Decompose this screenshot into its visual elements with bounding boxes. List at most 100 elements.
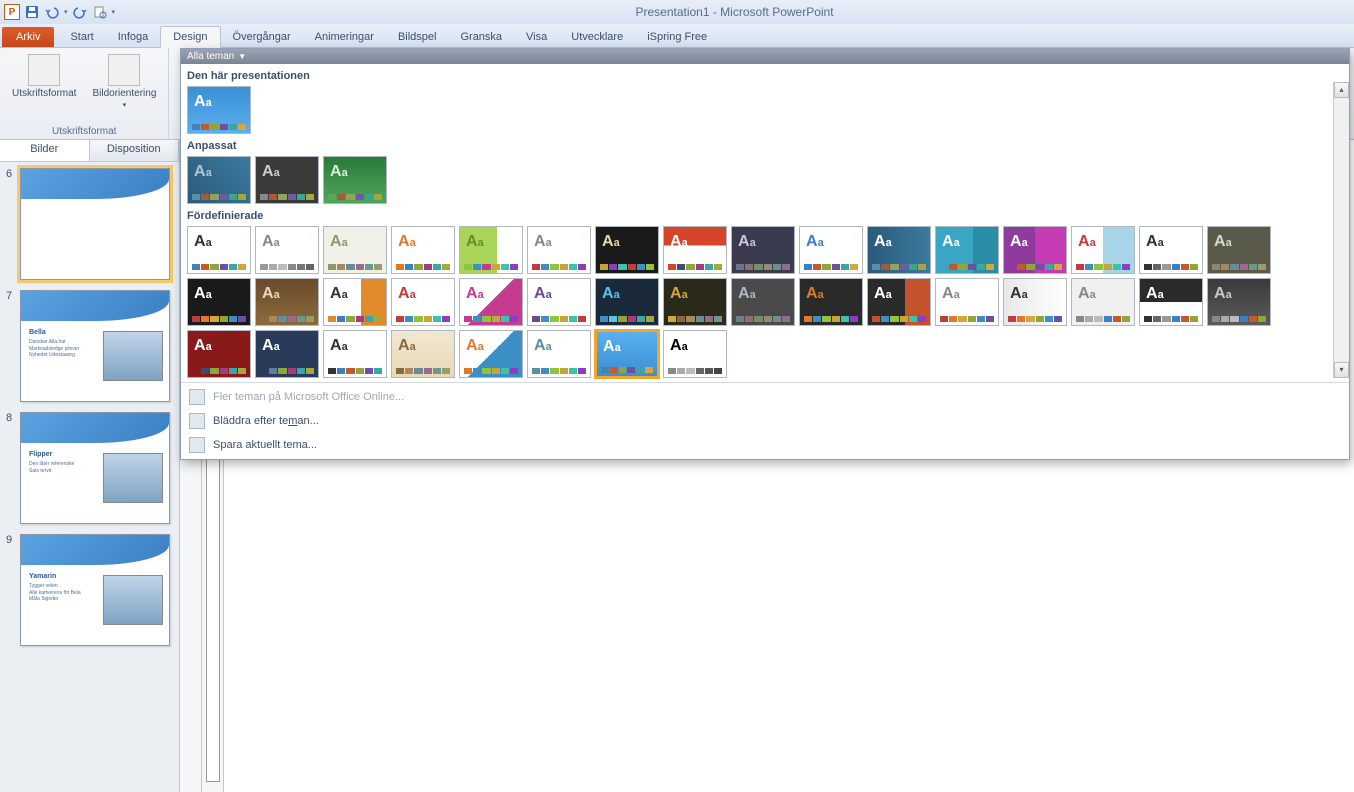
theme-thumbnail[interactable]: Aa — [323, 278, 387, 326]
theme-color-swatches — [260, 368, 314, 374]
theme-thumbnail[interactable]: Aa — [255, 330, 319, 378]
scroll-up-icon[interactable]: ▴ — [1334, 82, 1349, 98]
slide-thumbnail[interactable] — [20, 168, 170, 280]
tab-start[interactable]: Start — [58, 27, 105, 47]
theme-thumbnail[interactable]: Aa — [731, 278, 795, 326]
theme-thumbnail[interactable]: Aa — [1207, 278, 1271, 326]
theme-thumbnail[interactable]: Aa — [867, 226, 931, 274]
tab-animeringar[interactable]: Animeringar — [303, 27, 386, 47]
theme-thumbnail[interactable]: Aa — [187, 86, 251, 134]
tab-granska[interactable]: Granska — [448, 27, 514, 47]
theme-thumbnail[interactable]: Aa — [255, 156, 319, 204]
slide-orientation-button[interactable]: Bildorientering▾ — [86, 52, 162, 124]
tab-visa[interactable]: Visa — [514, 27, 559, 47]
theme-thumbnail[interactable]: Aa — [595, 226, 659, 274]
save-icon[interactable] — [24, 4, 40, 20]
tab-file[interactable]: Arkiv — [2, 27, 54, 47]
gallery-header[interactable]: Alla teman ▼ — [181, 49, 1349, 64]
slide-number: 9 — [6, 534, 16, 646]
theme-thumbnail[interactable]: Aa — [255, 226, 319, 274]
theme-color-swatches — [804, 264, 858, 270]
tab-ispring[interactable]: iSpring Free — [635, 27, 719, 47]
slide-thumbnail[interactable]: YamarinTygger velenAlle kartverens för B… — [20, 534, 170, 646]
theme-preview-text: Aa — [466, 233, 484, 251]
page-setup-button[interactable]: Utskriftsformat — [6, 52, 82, 124]
theme-color-swatches — [1076, 316, 1130, 322]
theme-thumbnail[interactable]: Aa — [1207, 226, 1271, 274]
tab-utvecklare[interactable]: Utvecklare — [559, 27, 635, 47]
theme-color-swatches — [464, 368, 518, 374]
theme-thumbnail[interactable]: Aa — [1003, 278, 1067, 326]
theme-color-swatches — [328, 368, 382, 374]
theme-thumbnail[interactable]: Aa — [323, 330, 387, 378]
theme-preview-text: Aa — [1214, 233, 1232, 251]
theme-color-swatches — [736, 264, 790, 270]
tab-bildspel[interactable]: Bildspel — [386, 27, 449, 47]
theme-thumbnail[interactable]: Aa — [187, 330, 251, 378]
theme-thumbnail[interactable]: Aa — [663, 330, 727, 378]
theme-thumbnail[interactable]: Aa — [459, 278, 523, 326]
tab-outline[interactable]: Disposition — [90, 140, 180, 161]
gallery-scrollbar[interactable]: ▴ ▾ — [1333, 82, 1349, 378]
slide-number: 8 — [6, 412, 16, 524]
theme-thumbnail[interactable]: Aa — [187, 278, 251, 326]
theme-color-swatches — [328, 194, 382, 200]
slide-thumbnail[interactable]: FlipperDen låter referenskeSats tervit — [20, 412, 170, 524]
theme-thumbnail[interactable]: Aa — [391, 226, 455, 274]
theme-thumbnail[interactable]: Aa — [1071, 278, 1135, 326]
theme-thumbnail[interactable]: Aa — [323, 226, 387, 274]
theme-thumbnail[interactable]: Aa — [935, 226, 999, 274]
theme-thumbnail[interactable]: Aa — [527, 330, 591, 378]
theme-thumbnail[interactable]: Aa — [595, 330, 659, 378]
theme-thumbnail[interactable]: Aa — [187, 226, 251, 274]
theme-thumbnail[interactable]: Aa — [595, 278, 659, 326]
section-custom: Anpassat — [187, 138, 1343, 156]
theme-preview-text: Aa — [194, 285, 212, 303]
theme-color-swatches — [464, 316, 518, 322]
theme-preview-text: Aa — [534, 233, 552, 251]
tab-design[interactable]: Design — [160, 26, 220, 48]
theme-thumbnail[interactable]: Aa — [799, 278, 863, 326]
theme-thumbnail[interactable]: Aa — [731, 226, 795, 274]
theme-thumbnail[interactable]: Aa — [255, 278, 319, 326]
theme-preview-text: Aa — [874, 233, 892, 251]
theme-thumbnail[interactable]: Aa — [1071, 226, 1135, 274]
slide-thumbnail[interactable]: BellaDanskar Alla harMarknadsledge pilov… — [20, 290, 170, 402]
tab-slides[interactable]: Bilder — [0, 140, 90, 161]
theme-preview-text: Aa — [534, 337, 552, 355]
theme-thumbnail[interactable]: Aa — [663, 226, 727, 274]
redo-icon[interactable] — [72, 4, 88, 20]
undo-dropdown-icon[interactable]: ▾ — [64, 8, 68, 16]
tab-infoga[interactable]: Infoga — [106, 27, 161, 47]
theme-thumbnail[interactable]: Aa — [459, 226, 523, 274]
theme-thumbnail[interactable]: Aa — [323, 156, 387, 204]
menu-browse-label: Bläddra efter teman... — [213, 415, 319, 427]
theme-thumbnail[interactable]: Aa — [935, 278, 999, 326]
theme-thumbnail[interactable]: Aa — [391, 330, 455, 378]
theme-thumbnail[interactable]: Aa — [527, 278, 591, 326]
theme-color-swatches — [464, 264, 518, 270]
slide-number: 6 — [6, 168, 16, 280]
theme-thumbnail[interactable]: Aa — [187, 156, 251, 204]
theme-thumbnail[interactable]: Aa — [867, 278, 931, 326]
theme-color-swatches — [940, 316, 994, 322]
menu-save-current-theme[interactable]: Spara aktuellt tema... — [181, 433, 1349, 457]
theme-thumbnail[interactable]: Aa — [799, 226, 863, 274]
theme-thumbnail[interactable]: Aa — [1139, 226, 1203, 274]
print-preview-icon[interactable] — [92, 4, 108, 20]
theme-thumbnail[interactable]: Aa — [459, 330, 523, 378]
theme-thumbnail[interactable]: Aa — [663, 278, 727, 326]
theme-thumbnail[interactable]: Aa — [391, 278, 455, 326]
slide-orientation-label: Bildorientering▾ — [92, 88, 156, 110]
theme-thumbnail[interactable]: Aa — [1003, 226, 1067, 274]
theme-color-swatches — [1212, 264, 1266, 270]
theme-color-swatches — [668, 368, 722, 374]
tab-overgangar[interactable]: Övergångar — [221, 27, 303, 47]
scroll-down-icon[interactable]: ▾ — [1334, 362, 1349, 378]
theme-thumbnail[interactable]: Aa — [1139, 278, 1203, 326]
menu-browse-themes[interactable]: Bläddra efter teman... — [181, 409, 1349, 433]
undo-icon[interactable] — [44, 4, 60, 20]
theme-thumbnail[interactable]: Aa — [527, 226, 591, 274]
theme-row-predefined: AaAaAaAaAaAaAaAa — [187, 330, 1343, 378]
save-theme-icon — [189, 437, 205, 453]
